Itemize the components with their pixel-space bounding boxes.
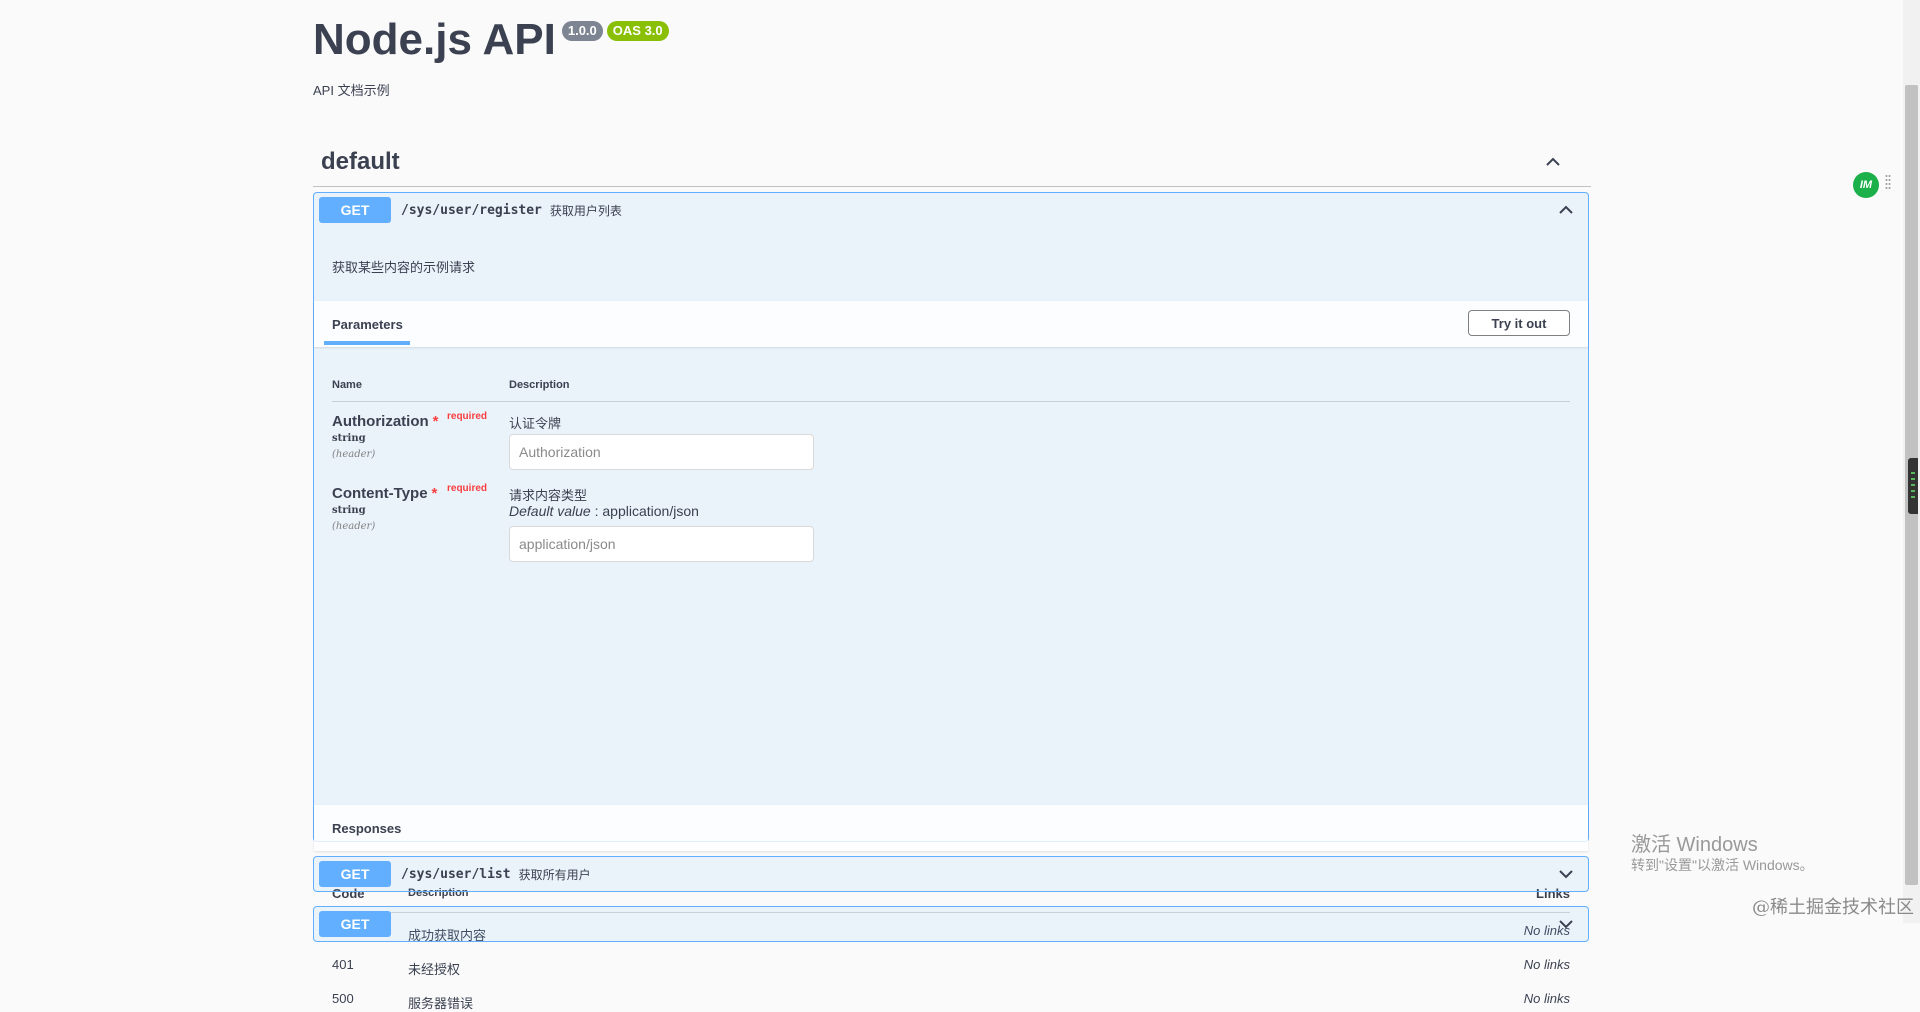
response-code: 401 bbox=[332, 957, 354, 972]
operation-summary[interactable]: GET bbox=[314, 907, 1588, 941]
param-location: (header) bbox=[332, 449, 376, 460]
chevron-up-icon[interactable] bbox=[1543, 152, 1563, 172]
param-header-description: Description bbox=[509, 379, 570, 391]
windows-activation-title: 激活 Windows bbox=[1631, 834, 1758, 856]
divider bbox=[332, 401, 1570, 402]
operation-description: 获取某些内容的示例请求 bbox=[332, 260, 476, 275]
response-description: 服务器错误 bbox=[408, 996, 474, 1011]
chevron-down-icon[interactable] bbox=[1556, 914, 1576, 934]
section-header-default[interactable]: default bbox=[313, 140, 1591, 187]
method-badge: GET bbox=[319, 861, 391, 887]
param-name: Content-Type * bbox=[332, 485, 438, 502]
param-name: Authorization * bbox=[332, 413, 439, 430]
operation-get-register: GET /sys/user/register 获取用户列表 获取某些内容的示例请… bbox=[313, 192, 1589, 1011]
operation-path: /sys/user/register bbox=[401, 202, 542, 218]
chevron-up-icon[interactable] bbox=[1556, 200, 1576, 220]
responses-bar: Responses bbox=[314, 805, 1588, 851]
authorization-input[interactable] bbox=[509, 434, 814, 470]
responses-title: Responses bbox=[332, 821, 402, 836]
method-badge: GET bbox=[319, 911, 391, 937]
oas-badge: OAS 3.0 bbox=[606, 21, 669, 41]
site-watermark: @稀土掘金技术社区 bbox=[1752, 897, 1914, 918]
drag-grip-icon[interactable] bbox=[1885, 174, 1891, 192]
response-links: No links bbox=[1523, 991, 1570, 1006]
page-title: Node.js API bbox=[313, 15, 556, 64]
param-location: (header) bbox=[332, 521, 376, 532]
tab-underline bbox=[324, 341, 410, 345]
try-it-out-button[interactable]: Try it out bbox=[1468, 310, 1570, 336]
api-description: API 文档示例 bbox=[313, 83, 390, 98]
version-badge: 1.0.0 bbox=[561, 21, 603, 41]
tab-parameters[interactable]: Parameters bbox=[332, 317, 403, 332]
param-description: 认证令牌 bbox=[509, 416, 562, 431]
operation-summary[interactable]: GET /sys/user/list 获取所有用户 bbox=[314, 857, 1588, 891]
param-required: required bbox=[447, 483, 488, 494]
operation-summary-text: 获取用户列表 bbox=[549, 203, 622, 218]
operation-path: /sys/user/list bbox=[401, 866, 511, 882]
response-links: No links bbox=[1523, 957, 1570, 972]
response-description: 未经授权 bbox=[408, 962, 461, 977]
side-panel-tab[interactable] bbox=[1908, 458, 1918, 514]
param-type: string bbox=[332, 505, 366, 516]
section-title: default bbox=[321, 148, 400, 175]
response-code: 500 bbox=[332, 991, 354, 1006]
info-title-row: Node.js API 1.0.0 OAS 3.0 bbox=[313, 18, 669, 62]
im-widget-button[interactable]: IM bbox=[1853, 172, 1879, 198]
content-type-input[interactable] bbox=[509, 526, 814, 562]
parameters-tab-bar: Parameters Try it out bbox=[314, 301, 1588, 347]
operation-summary-text: 获取所有用户 bbox=[518, 867, 591, 882]
operation-get-list: GET /sys/user/list 获取所有用户 bbox=[313, 856, 1589, 892]
method-badge: GET bbox=[319, 197, 391, 223]
windows-activation-subtitle: 转到"设置"以激活 Windows。 bbox=[1631, 857, 1814, 873]
chevron-down-icon[interactable] bbox=[1556, 864, 1576, 884]
param-header-name: Name bbox=[332, 379, 362, 391]
param-type: string bbox=[332, 433, 366, 444]
param-default: Default value : application/json bbox=[509, 503, 699, 519]
param-description: 请求内容类型 bbox=[509, 488, 588, 503]
param-required: required bbox=[447, 411, 488, 422]
operation-summary[interactable]: GET /sys/user/register 获取用户列表 bbox=[314, 193, 1588, 227]
operation-get-partial: GET bbox=[313, 906, 1589, 942]
